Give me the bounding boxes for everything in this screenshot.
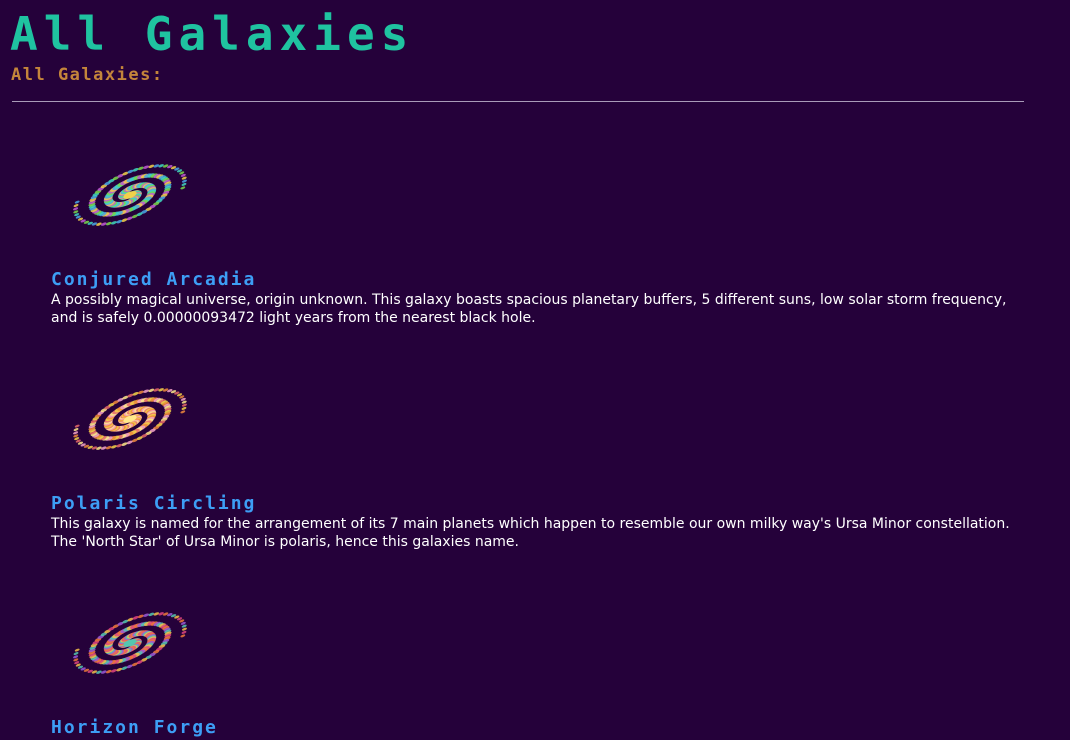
page-subtitle: All Galaxies: [11, 65, 164, 85]
galaxy-image [73, 612, 187, 674]
page-title: All Galaxies [10, 7, 415, 61]
galaxy-description: This galaxy is named for the arrangement… [51, 516, 1010, 550]
galaxy-description: A possibly magical universe, origin unkn… [51, 292, 1007, 326]
divider [12, 101, 1024, 102]
galaxy-name-link[interactable]: Horizon Forge [51, 717, 218, 739]
galaxy-image [73, 164, 187, 226]
galaxy-name-link[interactable]: Conjured Arcadia [51, 269, 256, 291]
galaxy-image [73, 388, 187, 450]
galaxy-name-link[interactable]: Polaris Circling [51, 493, 256, 515]
